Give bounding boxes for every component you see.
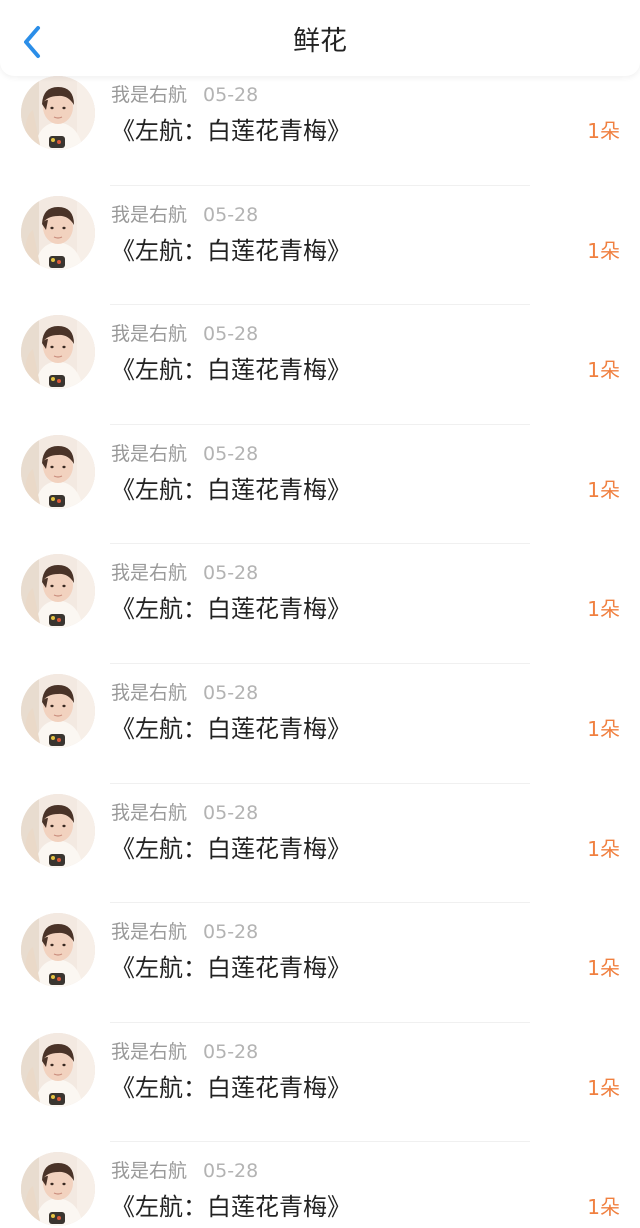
avatar[interactable] bbox=[21, 315, 95, 390]
avatar-photo bbox=[21, 76, 95, 150]
avatar[interactable] bbox=[21, 195, 95, 270]
list-item[interactable]: 我是右航 05-28 《左航：白莲花青梅》 1朵 bbox=[0, 66, 640, 186]
item-meta: 我是右航 05-28 bbox=[111, 1158, 258, 1184]
list-item[interactable]: 我是右航 05-28 《左航：白莲花青梅》 1朵 bbox=[0, 425, 640, 545]
work-title[interactable]: 《左航：白莲花青梅》 bbox=[111, 235, 351, 267]
flower-count: 1朵 bbox=[587, 956, 620, 981]
list-item[interactable]: 我是右航 05-28 《左航：白莲花青梅》 1朵 bbox=[0, 1023, 640, 1143]
list-item[interactable]: 我是右航 05-28 《左航：白莲花青梅》 1朵 bbox=[0, 784, 640, 904]
item-meta: 我是右航 05-28 bbox=[111, 82, 258, 108]
avatar-photo bbox=[21, 315, 95, 390]
item-date: 05-28 bbox=[203, 323, 259, 346]
item-date: 05-28 bbox=[203, 801, 259, 824]
work-title[interactable]: 《左航：白莲花青梅》 bbox=[111, 1191, 351, 1223]
avatar-photo bbox=[21, 1032, 95, 1107]
avatar-photo bbox=[21, 793, 95, 868]
item-date: 05-28 bbox=[203, 442, 259, 465]
work-title[interactable]: 《左航：白莲花青梅》 bbox=[111, 474, 351, 506]
item-date: 05-28 bbox=[203, 1040, 259, 1063]
user-name[interactable]: 我是右航 bbox=[111, 1041, 187, 1063]
avatar[interactable] bbox=[21, 673, 95, 748]
flower-count: 1朵 bbox=[587, 716, 620, 741]
item-meta: 我是右航 05-28 bbox=[111, 321, 258, 347]
item-meta: 我是右航 05-28 bbox=[111, 680, 258, 706]
user-name[interactable]: 我是右航 bbox=[111, 1160, 187, 1182]
work-title[interactable]: 《左航：白莲花青梅》 bbox=[111, 354, 351, 386]
avatar-photo bbox=[21, 554, 95, 629]
list-item[interactable]: 我是右航 05-28 《左航：白莲花青梅》 1朵 bbox=[0, 544, 640, 664]
flower-count: 1朵 bbox=[587, 836, 620, 861]
avatar[interactable] bbox=[21, 1032, 95, 1107]
user-name[interactable]: 我是右航 bbox=[111, 921, 187, 943]
avatar-photo bbox=[21, 434, 95, 509]
item-date: 05-28 bbox=[203, 562, 259, 585]
avatar[interactable] bbox=[21, 793, 95, 868]
work-title[interactable]: 《左航：白莲花青梅》 bbox=[111, 833, 351, 865]
item-date: 05-28 bbox=[203, 84, 259, 106]
item-date: 05-28 bbox=[203, 681, 259, 704]
app-screen: 鲜花 我是右航 05-28 《左航：白莲花青梅》 1朵 我是右航 05-28 《左航… bbox=[0, 0, 640, 1228]
user-name[interactable]: 我是右航 bbox=[111, 562, 187, 584]
user-name[interactable]: 我是右航 bbox=[111, 84, 187, 106]
work-title[interactable]: 《左航：白莲花青梅》 bbox=[111, 713, 351, 745]
avatar[interactable] bbox=[21, 913, 95, 988]
avatar-photo bbox=[21, 1152, 95, 1227]
item-meta: 我是右航 05-28 bbox=[111, 560, 258, 586]
flower-count: 1朵 bbox=[587, 238, 620, 263]
item-meta: 我是右航 05-28 bbox=[111, 800, 258, 826]
avatar-photo bbox=[21, 673, 95, 748]
avatar[interactable] bbox=[21, 1152, 95, 1227]
list-item[interactable]: 我是右航 05-28 《左航：白莲花青梅》 1朵 bbox=[0, 305, 640, 425]
nav-bar: 鲜花 bbox=[0, 0, 640, 76]
user-name[interactable]: 我是右航 bbox=[111, 443, 187, 465]
list-item[interactable]: 我是右航 05-28 《左航：白莲花青梅》 1朵 bbox=[0, 664, 640, 784]
list-item[interactable]: 我是右航 05-28 《左航：白莲花青梅》 1朵 bbox=[0, 1142, 640, 1228]
list-item[interactable]: 我是右航 05-28 《左航：白莲花青梅》 1朵 bbox=[0, 186, 640, 306]
work-title[interactable]: 《左航：白莲花青梅》 bbox=[111, 1072, 351, 1104]
item-date: 05-28 bbox=[203, 921, 259, 944]
user-name[interactable]: 我是右航 bbox=[111, 204, 187, 226]
avatar-photo bbox=[21, 195, 95, 270]
user-name[interactable]: 我是右航 bbox=[111, 323, 187, 345]
flower-count: 1朵 bbox=[587, 1075, 620, 1100]
flower-count: 1朵 bbox=[587, 597, 620, 622]
work-title[interactable]: 《左航：白莲花青梅》 bbox=[111, 952, 351, 984]
item-meta: 我是右航 05-28 bbox=[111, 202, 258, 228]
flower-list: 我是右航 05-28 《左航：白莲花青梅》 1朵 我是右航 05-28 《左航：白莲… bbox=[0, 66, 640, 1228]
work-title[interactable]: 《左航：白莲花青梅》 bbox=[111, 593, 351, 625]
item-meta: 我是右航 05-28 bbox=[111, 441, 258, 467]
flower-count: 1朵 bbox=[587, 1195, 620, 1220]
item-meta: 我是右航 05-28 bbox=[111, 1039, 258, 1065]
flower-count: 1朵 bbox=[587, 358, 620, 383]
work-title[interactable]: 《左航：白莲花青梅》 bbox=[111, 115, 351, 147]
avatar[interactable] bbox=[21, 434, 95, 509]
list-item[interactable]: 我是右航 05-28 《左航：白莲花青梅》 1朵 bbox=[0, 903, 640, 1023]
flower-count: 1朵 bbox=[587, 477, 620, 502]
item-meta: 我是右航 05-28 bbox=[111, 919, 258, 945]
item-date: 05-28 bbox=[203, 1160, 259, 1183]
item-date: 05-28 bbox=[203, 203, 259, 226]
page-title: 鲜花 bbox=[293, 26, 347, 57]
user-name[interactable]: 我是右航 bbox=[111, 802, 187, 824]
flower-count: 1朵 bbox=[587, 119, 620, 143]
avatar[interactable] bbox=[21, 76, 95, 150]
avatar-photo bbox=[21, 913, 95, 988]
user-name[interactable]: 我是右航 bbox=[111, 682, 187, 704]
avatar[interactable] bbox=[21, 554, 95, 629]
